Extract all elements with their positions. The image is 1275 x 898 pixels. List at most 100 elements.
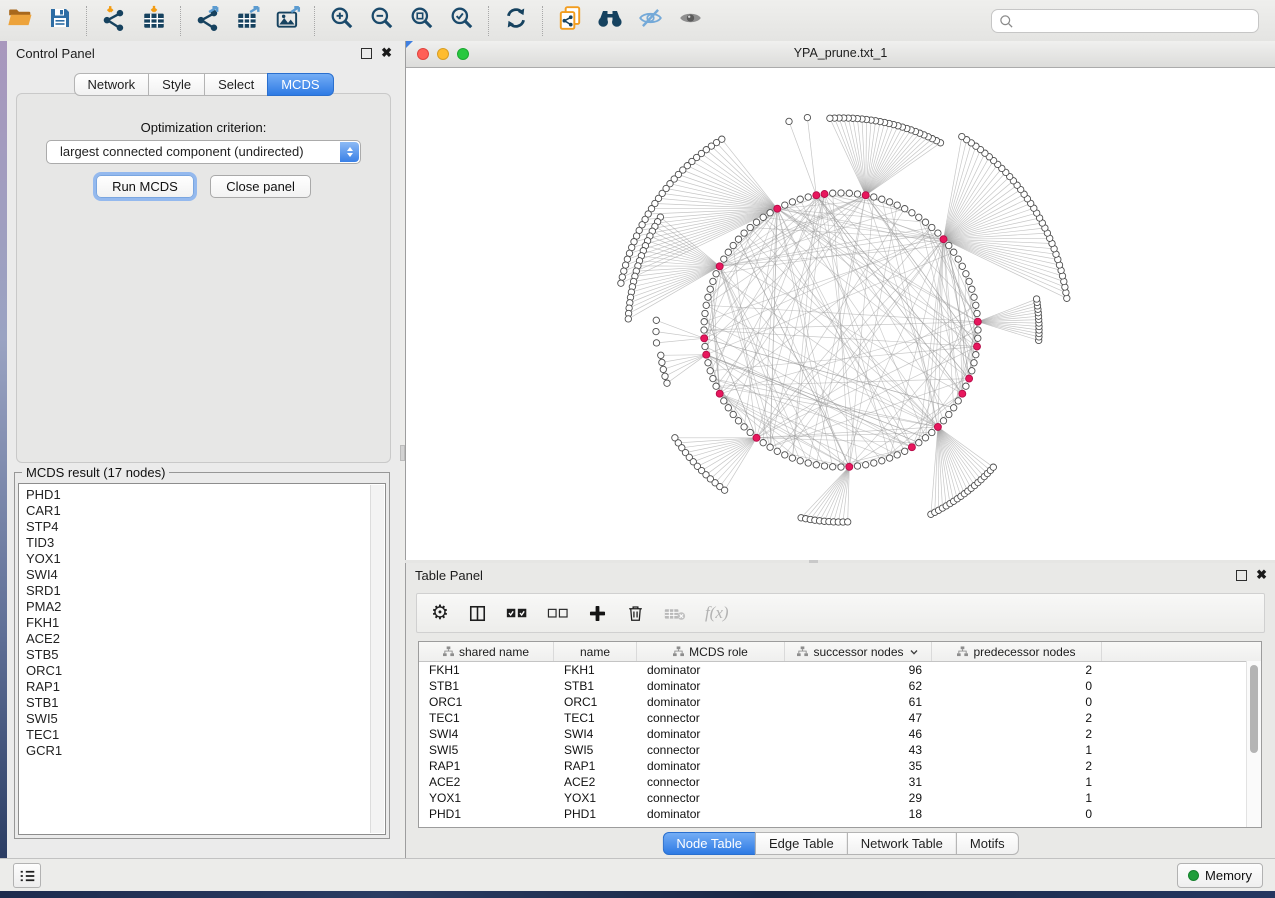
run-mcds-button[interactable]: Run MCDS	[96, 175, 194, 198]
first-neighbors-button[interactable]	[590, 3, 630, 39]
graph-node[interactable]	[735, 236, 741, 242]
dominator-node[interactable]	[716, 390, 723, 397]
graph-node[interactable]	[789, 199, 795, 205]
dominator-node[interactable]	[974, 343, 981, 350]
graph-node[interactable]	[973, 302, 979, 308]
graph-node[interactable]	[813, 462, 819, 468]
graph-node[interactable]	[725, 249, 731, 255]
graph-node[interactable]	[955, 256, 961, 262]
delete-column-button[interactable]	[664, 605, 686, 622]
graph-node[interactable]	[721, 487, 727, 493]
graph-node[interactable]	[789, 455, 795, 461]
result-item[interactable]: ORC1	[26, 663, 385, 679]
graph-node[interactable]	[721, 256, 727, 262]
column-header-shared-name[interactable]: shared name	[419, 642, 554, 661]
export-image-button[interactable]	[268, 3, 308, 39]
graph-node[interactable]	[662, 373, 668, 379]
graph-node[interactable]	[710, 278, 716, 284]
import-table-button[interactable]	[134, 3, 174, 39]
graph-node[interactable]	[966, 278, 972, 284]
close-panel-button[interactable]: Close panel	[210, 175, 311, 198]
result-item[interactable]: PHD1	[26, 487, 385, 503]
graph-node[interactable]	[955, 398, 961, 404]
graph-node[interactable]	[797, 196, 803, 202]
graph-node[interactable]	[922, 435, 928, 441]
graph-node[interactable]	[653, 328, 659, 334]
graph-node[interactable]	[922, 219, 928, 225]
export-table-button[interactable]	[228, 3, 268, 39]
graph-node[interactable]	[838, 190, 844, 196]
graph-node[interactable]	[747, 429, 753, 435]
tab-network-table[interactable]: Network Table	[847, 832, 957, 855]
minimize-window-button[interactable]	[437, 48, 449, 60]
graph-node[interactable]	[707, 368, 713, 374]
graph-node[interactable]	[894, 202, 900, 208]
dominator-node[interactable]	[774, 205, 781, 212]
dominator-node[interactable]	[846, 463, 853, 470]
graph-node[interactable]	[797, 458, 803, 464]
graph-node[interactable]	[782, 452, 788, 458]
graph-node[interactable]	[804, 114, 810, 120]
table-row[interactable]: SWI5SWI5connector431	[419, 742, 1261, 758]
graph-node[interactable]	[951, 249, 957, 255]
graph-node[interactable]	[940, 418, 946, 424]
graph-node[interactable]	[946, 411, 952, 417]
table-row[interactable]: PHD1PHD1dominator180	[419, 806, 1261, 822]
graph-node[interactable]	[622, 262, 628, 268]
tab-network[interactable]: Network	[73, 73, 149, 96]
graph-node[interactable]	[830, 464, 836, 470]
graph-node[interactable]	[886, 199, 892, 205]
result-list-scrollbar[interactable]	[370, 485, 384, 833]
float-panel-icon[interactable]	[361, 48, 372, 59]
graph-node[interactable]	[935, 230, 941, 236]
graph-node[interactable]	[703, 302, 709, 308]
refresh-view-button[interactable]	[496, 3, 536, 39]
graph-node[interactable]	[838, 464, 844, 470]
column-header-mcds-role[interactable]: MCDS role	[637, 642, 785, 661]
toggle-panel-layout-button[interactable]	[468, 604, 487, 623]
graph-node[interactable]	[747, 224, 753, 230]
graph-node[interactable]	[735, 418, 741, 424]
table-row[interactable]: FKH1FKH1dominator962	[419, 662, 1261, 678]
graph-node[interactable]	[618, 280, 624, 286]
result-item[interactable]: STP4	[26, 519, 385, 535]
graph-node[interactable]	[929, 429, 935, 435]
graph-node[interactable]	[969, 286, 975, 292]
function-builder-button[interactable]: f(x)	[705, 603, 729, 623]
graph-node[interactable]	[1033, 296, 1039, 302]
result-item[interactable]: SWI5	[26, 711, 385, 727]
graph-node[interactable]	[760, 214, 766, 220]
graph-node[interactable]	[845, 519, 851, 525]
graph-node[interactable]	[621, 268, 627, 274]
graph-node[interactable]	[659, 359, 665, 365]
graph-node[interactable]	[830, 190, 836, 196]
graph-node[interactable]	[959, 263, 965, 269]
graph-node[interactable]	[854, 191, 860, 197]
save-session-button[interactable]	[40, 3, 80, 39]
graph-node[interactable]	[974, 310, 980, 316]
select-all-button[interactable]	[506, 605, 528, 621]
graph-node[interactable]	[946, 242, 952, 248]
graph-node[interactable]	[653, 317, 659, 323]
zoom-fit-button[interactable]	[402, 3, 442, 39]
result-item[interactable]: STB1	[26, 695, 385, 711]
result-item[interactable]: RAP1	[26, 679, 385, 695]
deselect-all-button[interactable]	[547, 605, 569, 621]
table-scrollbar[interactable]	[1246, 661, 1261, 827]
zoom-in-button[interactable]	[322, 3, 362, 39]
graph-node[interactable]	[971, 360, 977, 366]
zoom-selected-button[interactable]	[442, 3, 482, 39]
result-item[interactable]: FKH1	[26, 615, 385, 631]
graph-node[interactable]	[721, 398, 727, 404]
graph-node[interactable]	[963, 383, 969, 389]
graph-node[interactable]	[929, 224, 935, 230]
graph-node[interactable]	[975, 335, 981, 341]
graph-node[interactable]	[730, 242, 736, 248]
graph-node[interactable]	[821, 463, 827, 469]
dominator-node[interactable]	[940, 236, 947, 243]
result-item[interactable]: SRD1	[26, 583, 385, 599]
result-item[interactable]: TEC1	[26, 727, 385, 743]
graph-node[interactable]	[871, 460, 877, 466]
result-item[interactable]: SWI4	[26, 567, 385, 583]
graph-node[interactable]	[990, 464, 996, 470]
